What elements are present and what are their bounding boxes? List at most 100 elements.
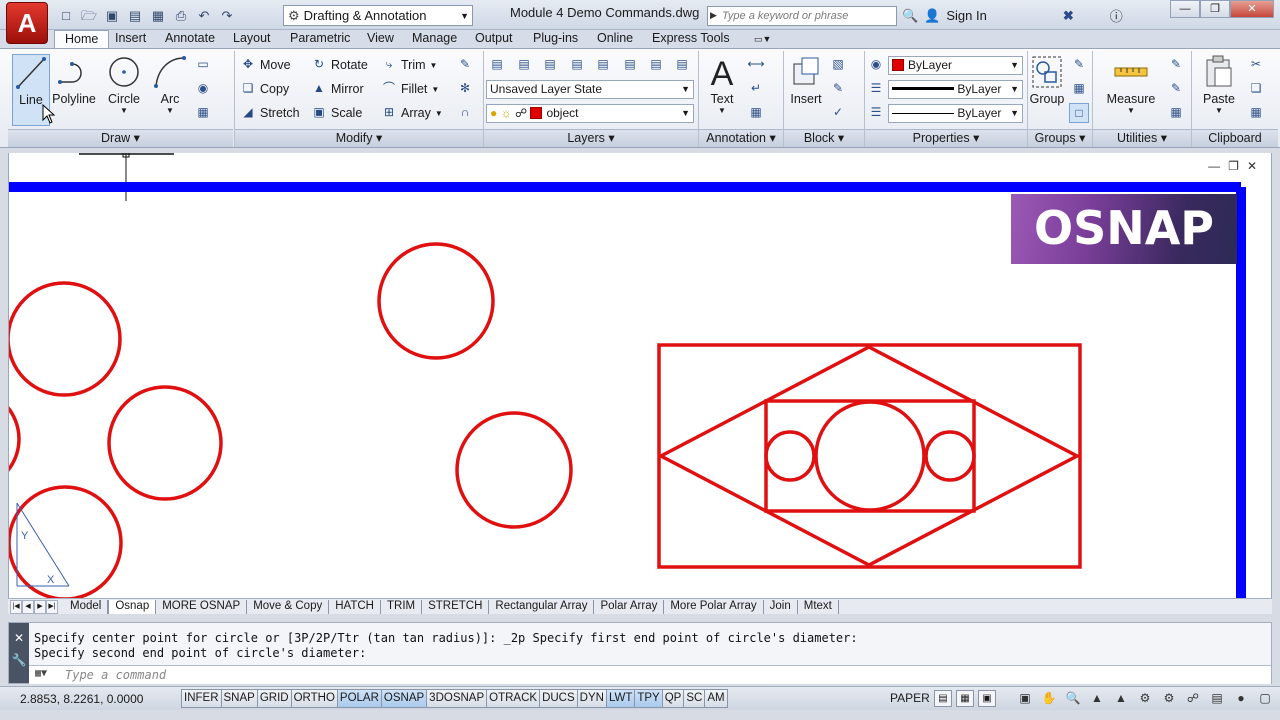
center-circle[interactable] bbox=[814, 400, 926, 512]
point-style-icon[interactable]: ✎ bbox=[1166, 79, 1186, 99]
paste-button[interactable]: Paste ▼ bbox=[1200, 54, 1238, 115]
layer-isolate-icon[interactable]: ▤ bbox=[567, 55, 587, 75]
rectangle-icon[interactable]: ▭ bbox=[193, 55, 213, 75]
status-toggle-osnap[interactable]: OSNAP bbox=[380, 689, 428, 708]
next-tab-icon[interactable]: ▶ bbox=[34, 599, 46, 614]
annotation-scale-icon[interactable]: ▲ bbox=[1088, 690, 1106, 707]
workspace-dropdown[interactable]: ⚙ Drafting & Annotation ▼ bbox=[283, 5, 473, 26]
prev-tab-icon[interactable]: ◀ bbox=[22, 599, 34, 614]
zoom-icon[interactable]: 🔍 bbox=[1064, 690, 1082, 707]
isolate-objects-icon[interactable]: ● bbox=[1232, 690, 1250, 707]
model-icon[interactable]: ▣ bbox=[978, 690, 996, 707]
layout-tab-trim[interactable]: TRIM bbox=[381, 599, 423, 614]
measure-button[interactable]: Measure ▼ bbox=[1104, 54, 1158, 115]
first-tab-icon[interactable]: |◀ bbox=[10, 599, 22, 614]
status-toggle-lwt[interactable]: LWT bbox=[605, 689, 636, 708]
layer-previous-icon[interactable]: ▤ bbox=[672, 55, 692, 75]
annotation-panel-title[interactable]: Annotation ▾ bbox=[699, 129, 783, 147]
layer-state-dropdown[interactable]: Unsaved Layer State ▼ bbox=[486, 80, 694, 99]
quick-select-icon[interactable]: ✎ bbox=[1166, 55, 1186, 75]
command-line-handle[interactable]: ✕ 🔧 bbox=[9, 623, 29, 683]
status-toggle-ortho[interactable]: ORTHO bbox=[290, 689, 338, 708]
stretch-button[interactable]: ◢ Stretch bbox=[240, 105, 299, 121]
pan-icon[interactable]: ✋ bbox=[1040, 690, 1058, 707]
last-tab-icon[interactable]: ▶| bbox=[46, 599, 58, 614]
help-icon[interactable]: ⓘ bbox=[1110, 6, 1123, 25]
group-edit-icon[interactable]: ▦ bbox=[1069, 79, 1089, 99]
paper-space-toggle[interactable]: PAPER bbox=[890, 691, 930, 705]
inner-rectangle[interactable] bbox=[764, 399, 976, 513]
block-attribute-icon[interactable]: ✓ bbox=[828, 103, 848, 123]
help-search-input[interactable]: ▶ Type a keyword or phrase bbox=[707, 6, 897, 26]
tab-layout[interactable]: Layout bbox=[233, 31, 271, 45]
publish-icon[interactable]: ▦ bbox=[148, 5, 168, 25]
tab-home[interactable]: Home bbox=[54, 30, 110, 49]
chevron-down-icon[interactable]: ▼ bbox=[152, 106, 188, 115]
tab-express-tools[interactable]: Express Tools bbox=[652, 31, 730, 45]
erase-icon[interactable]: ✎ bbox=[455, 55, 475, 75]
color-dropdown[interactable]: ByLayer ▼ bbox=[888, 56, 1023, 75]
offset-icon[interactable]: ∩ bbox=[455, 103, 475, 123]
layout-tab-model[interactable]: Model bbox=[64, 599, 109, 614]
layout-tab-more-polar-array[interactable]: More Polar Array bbox=[664, 599, 764, 614]
chevron-down-icon[interactable]: ▼ bbox=[106, 106, 142, 115]
tab-parametric[interactable]: Parametric bbox=[290, 31, 350, 45]
block-panel-title[interactable]: Block ▾ bbox=[784, 129, 864, 147]
ribbon-minimize-icon[interactable]: ▭▼ bbox=[754, 34, 771, 45]
status-toggle-grid[interactable]: GRID bbox=[256, 689, 292, 708]
polyline-button[interactable]: Polyline bbox=[52, 54, 96, 106]
table-icon[interactable]: ▦ bbox=[746, 103, 766, 123]
close-icon[interactable]: ✕ bbox=[9, 631, 29, 645]
outer-rectangle[interactable] bbox=[657, 343, 1082, 569]
move-button[interactable]: ✥ Move bbox=[240, 57, 291, 73]
tab-insert[interactable]: Insert bbox=[115, 31, 146, 45]
groups-panel-title[interactable]: Groups ▾ bbox=[1028, 129, 1092, 147]
status-toggle-polar[interactable]: POLAR bbox=[336, 689, 382, 708]
circle-entity[interactable] bbox=[107, 385, 223, 501]
copy-base-icon[interactable]: ▦ bbox=[1246, 103, 1266, 123]
layout-tab-polar-array[interactable]: Polar Array bbox=[594, 599, 665, 614]
status-toggle-3dosnap[interactable]: 3DOSNAP bbox=[426, 689, 488, 708]
circle-entity[interactable] bbox=[455, 411, 573, 529]
layout-tab-stretch[interactable]: STRETCH bbox=[422, 599, 490, 614]
chevron-down-icon[interactable]: ▼ bbox=[703, 106, 741, 115]
cut-icon[interactable]: ✂ bbox=[1246, 55, 1266, 75]
array-button[interactable]: ⊞ Array ▼ bbox=[381, 105, 443, 121]
layer-off-icon[interactable]: ▤ bbox=[540, 55, 560, 75]
minimize-icon[interactable]: — bbox=[1208, 159, 1220, 173]
arc-button[interactable]: Arc ▼ bbox=[152, 54, 188, 115]
save-icon[interactable]: ▣ bbox=[102, 5, 122, 25]
edit-block-icon[interactable]: ✎ bbox=[828, 79, 848, 99]
explode-icon[interactable]: ✻ bbox=[455, 79, 475, 99]
circle-entity[interactable] bbox=[9, 485, 123, 598]
new-icon[interactable]: □ bbox=[56, 5, 76, 25]
chevron-down-icon[interactable]: ▼ bbox=[1200, 106, 1238, 115]
save-as-icon[interactable]: ▤ bbox=[125, 5, 145, 25]
lock-icon[interactable]: ☍ bbox=[1184, 690, 1202, 707]
copy-button[interactable]: ❏ Copy bbox=[240, 81, 290, 97]
exchange-icon[interactable]: ✖ bbox=[1063, 8, 1074, 24]
application-menu-button[interactable]: A bbox=[6, 2, 48, 44]
layout-tab-mtext[interactable]: Mtext bbox=[798, 599, 839, 614]
right-small-circle[interactable] bbox=[924, 430, 976, 482]
layer-states-icon[interactable]: ▤ bbox=[514, 55, 534, 75]
calculator-icon[interactable]: ▦ bbox=[1166, 103, 1186, 123]
scale-button[interactable]: ▣ Scale bbox=[311, 105, 362, 121]
left-small-circle[interactable] bbox=[764, 430, 816, 482]
wrench-icon[interactable]: 🔧 bbox=[9, 653, 29, 667]
close-button[interactable]: ✕ bbox=[1230, 0, 1274, 18]
layout-tab-more-osnap[interactable]: MORE OSNAP bbox=[156, 599, 248, 614]
tab-view[interactable]: View bbox=[367, 31, 394, 45]
status-toggle-snap[interactable]: SNAP bbox=[220, 689, 258, 708]
binoculars-icon[interactable]: 🔍 bbox=[902, 8, 918, 24]
tab-annotate[interactable]: Annotate bbox=[165, 31, 215, 45]
status-toggle-otrack[interactable]: OTRACK bbox=[486, 689, 541, 708]
clipboard-panel-title[interactable]: Clipboard bbox=[1192, 129, 1278, 147]
chevron-down-icon[interactable]: ▼ bbox=[1104, 106, 1158, 115]
layout-tab-rectangular-array[interactable]: Rectangular Array bbox=[489, 599, 595, 614]
minimize-button[interactable]: — bbox=[1170, 0, 1200, 18]
undo-icon[interactable]: ↶ bbox=[194, 5, 214, 25]
workspace-switch-icon[interactable]: ⚙ bbox=[1160, 690, 1178, 707]
modify-panel-title[interactable]: Modify ▾ bbox=[235, 129, 483, 147]
lineweight-dropdown[interactable]: ByLayer ▼ bbox=[888, 80, 1023, 99]
